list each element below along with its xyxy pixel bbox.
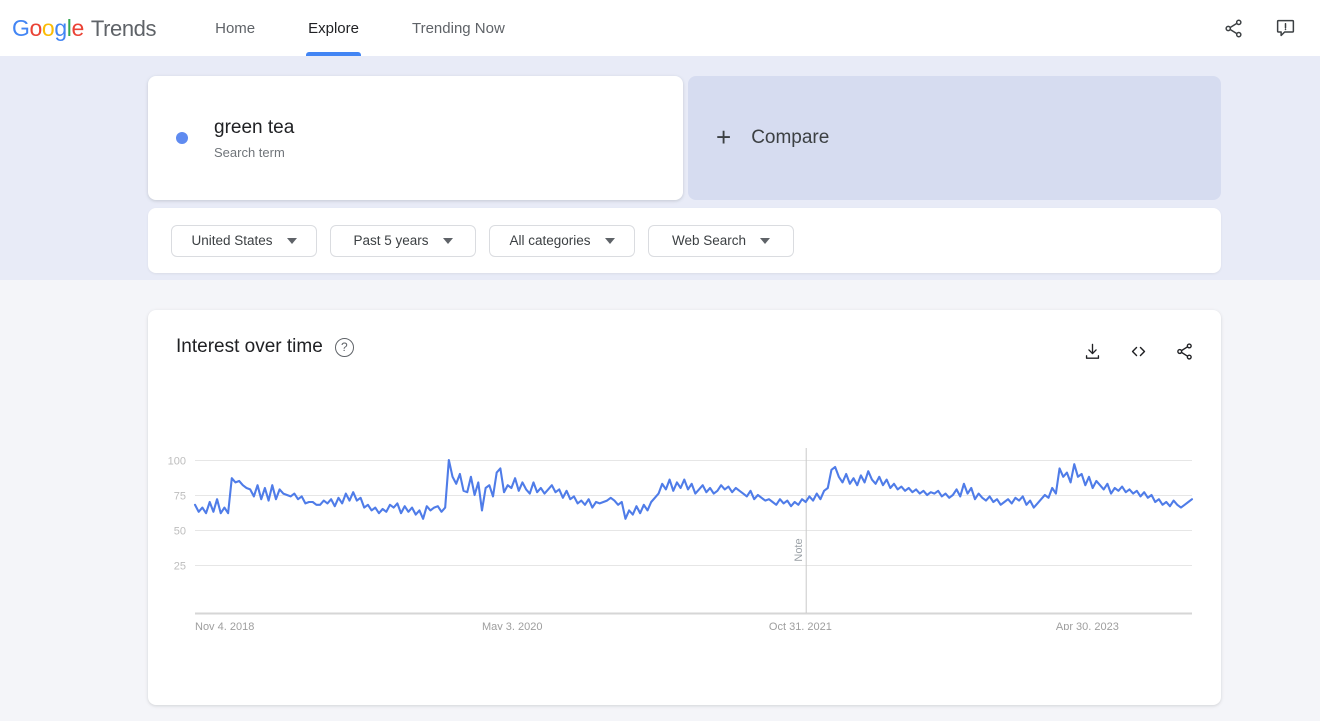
main-nav: Home Explore Trending Now <box>207 0 513 56</box>
search-term-card[interactable]: green tea Search term <box>148 76 683 200</box>
svg-text:May 3, 2020: May 3, 2020 <box>482 621 543 630</box>
top-bar-actions <box>1216 0 1302 56</box>
search-type-filter[interactable]: Web Search <box>648 224 794 257</box>
nav-item-home-label: Home <box>215 19 256 37</box>
nav-item-trending-now-label: Trending Now <box>411 19 505 37</box>
chevron-down-icon <box>442 237 453 244</box>
chevron-down-icon <box>286 237 297 244</box>
svg-text:100: 100 <box>168 456 186 468</box>
interest-over-time-card: Interest over time ? 100 75 50 25 Note N… <box>148 310 1221 705</box>
share-icon[interactable] <box>1216 11 1250 45</box>
download-csv-icon[interactable] <box>1077 336 1107 366</box>
location-filter-value: United States <box>191 233 273 248</box>
svg-text:50: 50 <box>174 526 186 538</box>
nav-item-trending-now[interactable]: Trending Now <box>404 0 513 56</box>
compare-label: Compare <box>751 127 830 148</box>
chart-svg: 100 75 50 25 Note Nov 4, 2018 May 3, 2020 Oct 3… <box>168 448 1194 630</box>
nav-item-explore-label: Explore <box>308 19 359 37</box>
chart-title: Interest over time <box>176 336 323 357</box>
google-wordmark: Google <box>12 14 84 41</box>
search-type-filter-value: Web Search <box>671 233 747 248</box>
search-term-value: green tea <box>214 117 295 138</box>
compare-card[interactable]: + Compare <box>688 76 1221 200</box>
svg-text:Apr 30, 2023: Apr 30, 2023 <box>1056 621 1119 630</box>
chevron-down-icon <box>760 237 771 244</box>
interest-over-time-plot[interactable]: 100 75 50 25 Note Nov 4, 2018 May 3, 2020 Oct 3… <box>148 430 1221 630</box>
top-navigation-bar: Google Trends Home Explore Trending Now <box>0 0 1320 56</box>
plus-icon: + <box>716 122 732 152</box>
svg-text:Nov 4, 2018: Nov 4, 2018 <box>195 621 254 630</box>
category-filter[interactable]: All categories <box>489 224 635 257</box>
help-icon[interactable]: ? <box>334 337 354 357</box>
embed-code-icon[interactable] <box>1123 336 1153 366</box>
share-chart-icon[interactable] <box>1169 336 1199 366</box>
chevron-down-icon <box>604 237 615 244</box>
time-range-filter-value: Past 5 years <box>353 233 429 248</box>
category-filter-value: All categories <box>509 233 591 248</box>
search-hero-band: green tea Search term + Compare United S… <box>0 56 1320 280</box>
series-color-dot <box>176 132 188 144</box>
location-filter[interactable]: United States <box>171 224 317 257</box>
svg-text:75: 75 <box>174 491 186 503</box>
chart-header: Interest over time ? <box>176 336 354 358</box>
nav-item-home[interactable]: Home <box>207 0 263 56</box>
trends-wordmark: Trends <box>90 15 157 41</box>
svg-text:25: 25 <box>174 561 186 573</box>
google-trends-logo[interactable]: Google Trends <box>12 14 157 42</box>
svg-text:Note: Note <box>793 538 805 561</box>
svg-text:Oct 31, 2021: Oct 31, 2021 <box>769 621 832 630</box>
search-term-type: Search term <box>214 145 285 160</box>
chart-actions <box>1077 336 1199 366</box>
nav-item-explore[interactable]: Explore <box>300 0 367 56</box>
time-range-filter[interactable]: Past 5 years <box>330 224 476 257</box>
search-term-text: green tea Search term <box>214 115 294 161</box>
feedback-icon[interactable] <box>1268 11 1302 45</box>
filter-bar: United States Past 5 years All categorie… <box>148 208 1221 273</box>
